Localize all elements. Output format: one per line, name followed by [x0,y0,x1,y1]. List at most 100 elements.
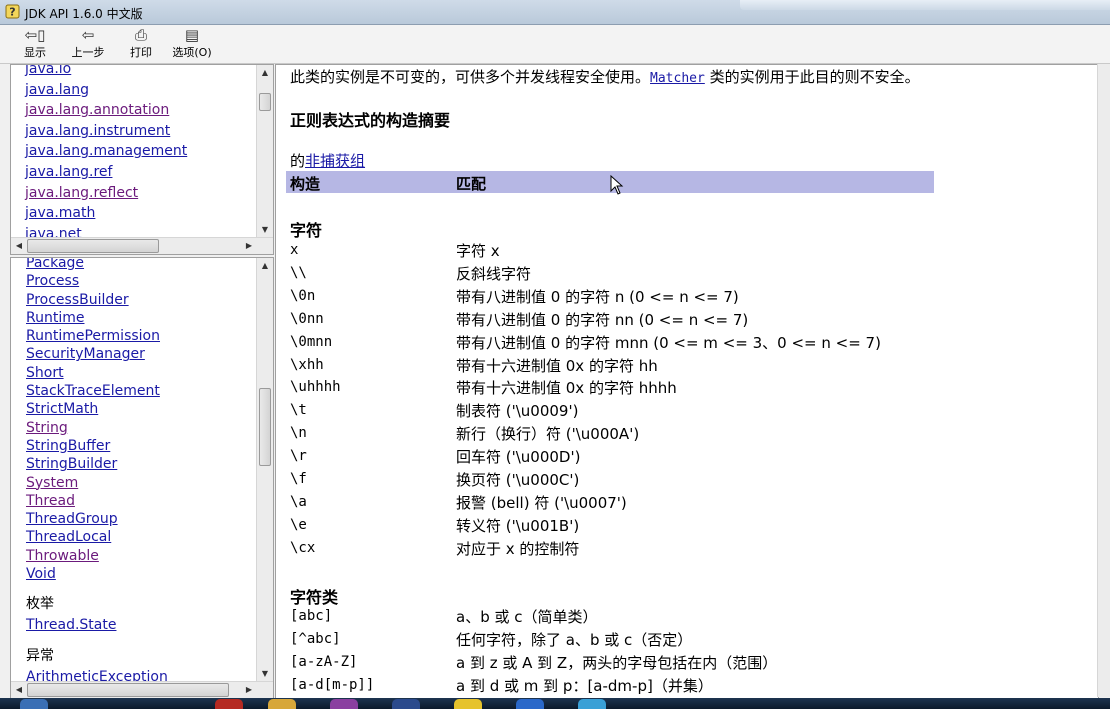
match-cell: 制表符 ('\u0009') [456,402,579,421]
construct-cell: \0nn [290,310,324,327]
package-horizontal-scrollbar[interactable]: ◀ ▶ [11,237,273,254]
package-link[interactable]: java.lang.instrument [25,121,187,142]
construct-cell: x [290,242,299,258]
class-link[interactable]: Short [26,364,168,382]
start-orb-icon[interactable] [20,699,48,709]
class-link[interactable]: SecurityManager [26,345,168,363]
class-link[interactable]: String [26,419,168,437]
taskbar-app-icon[interactable] [516,699,544,709]
enum-link[interactable]: Thread.State [26,616,168,634]
class-list: Package Process ProcessBuilder Runtime R… [26,258,168,686]
class-link[interactable]: Throwable [26,547,168,565]
construct-cell: \0n [290,287,316,304]
options-icon: ▤ [184,26,200,44]
package-vertical-scrollbar[interactable]: ▲ ▼ [256,65,273,238]
class-link[interactable]: ProcessBuilder [26,291,168,309]
class-horizontal-scrollbar[interactable]: ◀ ▶ [11,681,273,698]
matcher-link[interactable]: Matcher [650,71,705,86]
table-row: \e 转义符 ('\u001B') [290,515,1080,537]
scroll-thumb[interactable] [259,93,271,111]
taskbar-app-icon[interactable] [454,699,482,709]
taskbar-app-icon[interactable] [392,699,420,709]
construct-cell: \uhhhh [290,379,341,396]
package-link[interactable]: java.io [25,65,187,80]
class-link[interactable]: Runtime [26,309,168,327]
scroll-left-icon[interactable]: ◀ [11,682,27,698]
package-list-pane: java.io java.lang java.lang.annotation j… [10,64,274,255]
window-controls[interactable] [740,0,1110,10]
class-link[interactable]: Thread [26,492,168,510]
scroll-thumb[interactable] [259,388,271,466]
scroll-thumb[interactable] [27,683,229,697]
construct-cell: \cx [290,539,316,556]
scroll-up-icon[interactable]: ▲ [257,65,273,81]
match-cell: 带有十六进制值 0x 的字符 hh [456,356,658,375]
exception-heading: 异常 [26,647,54,664]
scroll-right-icon[interactable]: ▶ [241,682,257,698]
construct-cell: \e [290,516,307,533]
construct-cell: \n [290,425,307,442]
match-cell: 转义符 ('\u001B') [456,516,580,535]
print-button[interactable]: ⎙ 打印 [124,27,158,61]
scroll-left-icon[interactable]: ◀ [11,238,27,254]
options-button-label: 选项(O) [172,46,212,59]
table-row: \xhh 带有十六进制值 0x 的字符 hh [290,355,1080,377]
table-row: \0mnn 带有八进制值 0 的字符 mnn (0 <= m <= 3、0 <= … [290,332,1080,354]
taskbar-app-icon[interactable] [268,699,296,709]
taskbar-app-icon[interactable] [578,699,606,709]
construct-cell: \r [290,448,307,465]
taskbar [0,698,1110,709]
scroll-down-icon[interactable]: ▼ [257,666,273,682]
package-link[interactable]: java.lang.management [25,141,187,162]
match-cell: 报警 (bell) 符 ('\u0007') [456,493,627,512]
content-vertical-scrollbar[interactable] [1097,64,1110,697]
table-row: \uhhhh 带有十六进制值 0x 的字符 hhhh [290,377,1080,399]
svg-text:?: ? [9,6,15,19]
header-match: 匹配 [456,175,487,193]
match-cell: 反斜线字符 [456,264,532,283]
class-link[interactable]: Process [26,272,168,290]
class-link[interactable]: StringBuffer [26,437,168,455]
package-link[interactable]: java.lang.reflect [25,183,187,204]
printer-icon: ⎙ [134,26,147,44]
class-link[interactable]: Package [26,258,168,272]
table-row: \0n 带有八进制值 0 的字符 n (0 <= n <= 7) [290,286,1080,308]
match-cell: 任何字符，除了 a、b 或 c（否定） [456,630,693,649]
show-button[interactable]: ⇦▯ 显示 [18,27,52,61]
class-link[interactable]: StrictMath [26,400,168,418]
scroll-down-icon[interactable]: ▼ [257,222,273,238]
class-link[interactable]: System [26,474,168,492]
package-link[interactable]: java.lang [25,80,187,101]
table-row: \r 回车符 ('\u000D') [290,446,1080,468]
construct-cell: \0mnn [290,333,333,350]
class-link[interactable]: RuntimePermission [26,327,168,345]
noncapturing-group-link[interactable]: 非捕获组 [305,152,365,170]
match-cell: a 到 z 或 A 到 Z，两头的字母包括在内（范围） [456,653,778,672]
class-link[interactable]: Void [26,565,168,583]
construct-cell: [^abc] [290,630,341,647]
class-link[interactable]: StringBuilder [26,455,168,473]
package-link[interactable]: java.math [25,203,187,224]
class-vertical-scrollbar[interactable]: ▲ ▼ [256,258,273,682]
noncapturing-line: 的非捕获组 [290,150,365,171]
package-link[interactable]: java.lang.annotation [25,100,187,121]
back-button[interactable]: ⇦ 上一步 [64,27,112,61]
table-row: [a-zA-Z] a 到 z 或 A 到 Z，两头的字母包括在内（范围） [290,652,1080,674]
class-link[interactable]: ThreadGroup [26,510,168,528]
scroll-right-icon[interactable]: ▶ [241,238,257,254]
table-row: \cx 对应于 x 的控制符 [290,538,1080,560]
options-button[interactable]: ▤ 选项(O) [168,27,216,61]
class-link[interactable]: ThreadLocal [26,528,168,546]
match-cell: a、b 或 c（简单类） [456,608,598,626]
scroll-thumb[interactable] [27,239,159,253]
class-list-pane: Package Process ProcessBuilder Runtime R… [10,257,274,699]
match-cell: 带有八进制值 0 的字符 n (0 <= n <= 7) [456,287,739,306]
table-row: \0nn 带有八进制值 0 的字符 nn (0 <= n <= 7) [290,309,1080,331]
scroll-up-icon[interactable]: ▲ [257,258,273,274]
package-link[interactable]: java.lang.ref [25,162,187,183]
taskbar-app-icon[interactable] [330,699,358,709]
class-link[interactable]: StackTraceElement [26,382,168,400]
package-list: java.io java.lang java.lang.annotation j… [25,65,187,244]
intro-after: 类的实例用于此目的则不安全。 [704,68,920,86]
taskbar-app-icon[interactable] [215,699,243,709]
